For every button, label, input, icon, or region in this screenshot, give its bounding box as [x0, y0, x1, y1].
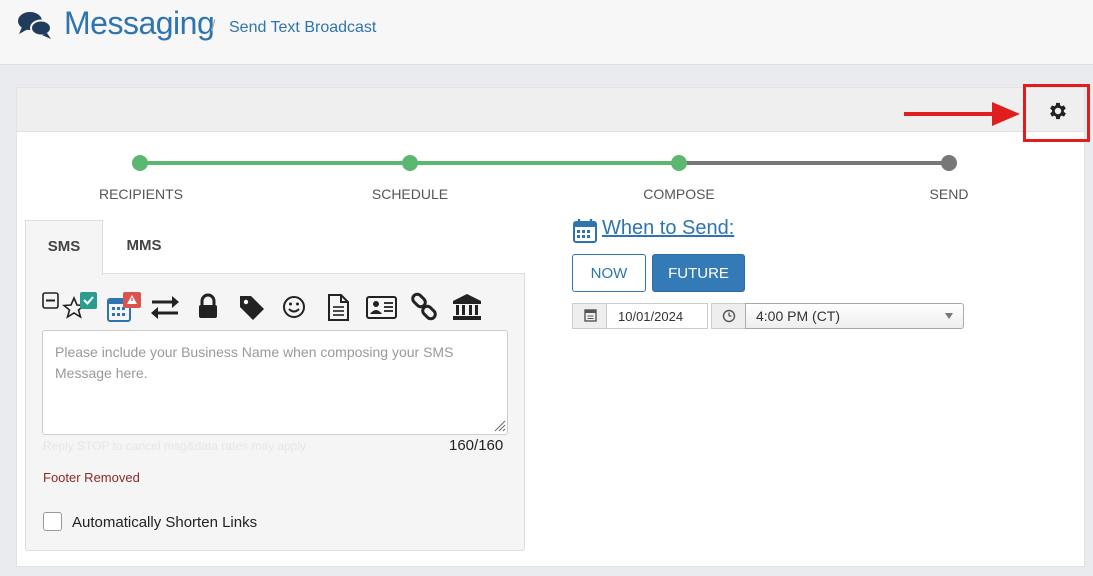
contact-card-icon — [366, 296, 397, 319]
collapse-icon — [42, 292, 59, 309]
when-to-send-title[interactable]: When to Send: — [602, 217, 734, 240]
lock-button[interactable] — [196, 292, 226, 322]
footer-status: Footer Removed — [43, 470, 140, 485]
step-dot-schedule — [402, 155, 418, 171]
footer-hint: Reply STOP to cancel msg&data rates may … — [43, 439, 307, 453]
star-check-icon — [61, 292, 97, 319]
schedule-alert-button[interactable] — [106, 292, 144, 322]
clock-icon — [722, 309, 736, 323]
lock-icon — [199, 293, 217, 318]
message-textarea[interactable] — [42, 330, 508, 435]
step-dot-send — [941, 155, 957, 171]
step-dot-recipients — [132, 155, 148, 171]
shorten-links-label[interactable]: Automatically Shorten Links — [72, 514, 257, 531]
swap-button[interactable] — [150, 292, 180, 322]
tag-icon — [240, 296, 264, 320]
chevron-down-icon — [945, 313, 953, 319]
step-label-schedule[interactable]: SCHEDULE — [350, 186, 470, 202]
link-icon — [411, 292, 437, 321]
date-addon — [572, 303, 607, 329]
calendar-alert-icon — [107, 292, 141, 322]
calendar-icon — [573, 219, 597, 243]
document-icon — [328, 294, 349, 321]
swap-arrows-icon — [151, 296, 179, 319]
step-label-recipients[interactable]: RECIPIENTS — [81, 186, 201, 202]
time-select[interactable]: 4:00 PM (CT) — [745, 303, 964, 329]
smiley-icon — [283, 296, 305, 318]
now-button[interactable]: NOW — [572, 254, 646, 292]
emoji-button[interactable] — [282, 292, 312, 322]
progress-stepper — [132, 155, 957, 171]
time-addon — [711, 303, 746, 329]
template-button[interactable] — [326, 292, 356, 322]
step-label-compose[interactable]: COMPOSE — [619, 186, 739, 202]
character-counter: 160/160 — [449, 437, 504, 454]
time-select-value: 4:00 PM (CT) — [756, 308, 841, 324]
step-label-send[interactable]: SEND — [889, 186, 1009, 202]
calendar-small-icon — [584, 309, 597, 322]
favorites-button[interactable] — [61, 292, 100, 322]
step-dot-compose — [671, 155, 687, 171]
contact-card-button[interactable] — [365, 292, 399, 322]
shorten-links-checkbox[interactable] — [43, 512, 62, 531]
bank-button[interactable] — [451, 292, 483, 322]
resize-grip-icon[interactable] — [492, 418, 506, 432]
future-button[interactable]: FUTURE — [652, 254, 745, 292]
tag-button[interactable] — [238, 292, 268, 322]
link-button[interactable] — [411, 292, 441, 322]
bank-icon — [453, 294, 481, 320]
tab-sms[interactable]: SMS — [25, 220, 103, 275]
collapse-button[interactable] — [42, 292, 60, 322]
date-input[interactable] — [607, 303, 708, 329]
tab-mms[interactable]: MMS — [105, 220, 183, 274]
